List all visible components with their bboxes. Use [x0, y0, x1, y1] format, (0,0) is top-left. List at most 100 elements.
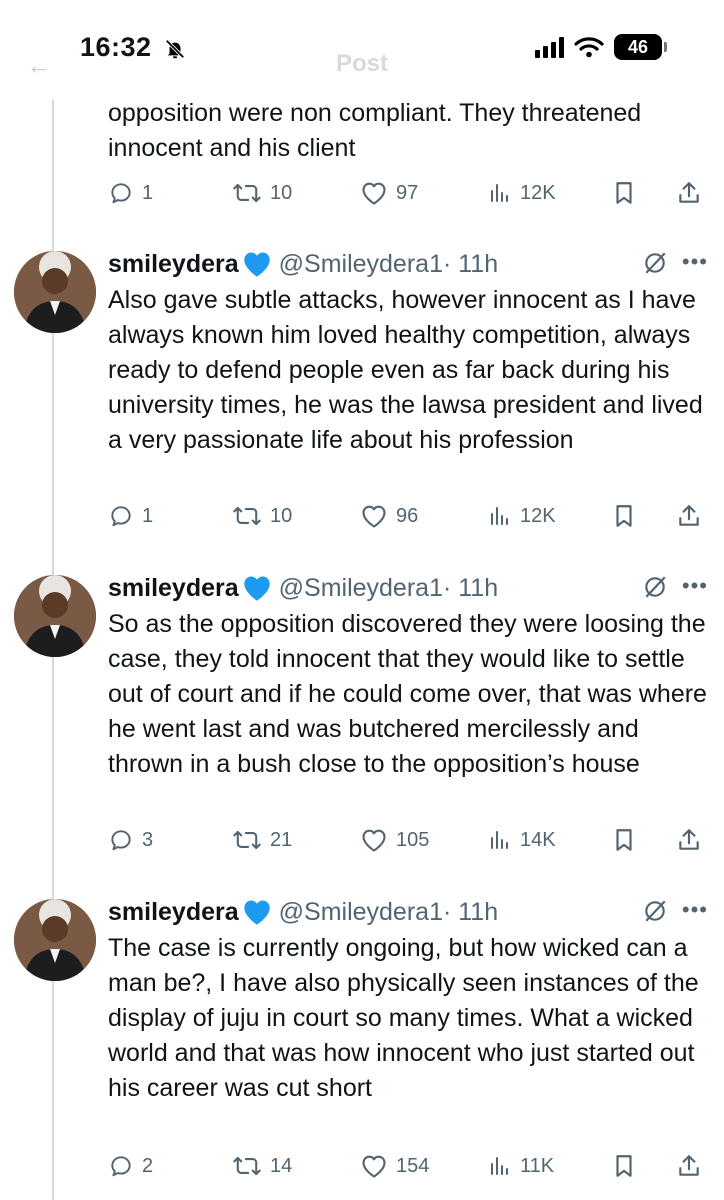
- author-handle[interactable]: @Smileydera1: [279, 574, 443, 603]
- views-icon: [491, 507, 508, 525]
- like-button[interactable]: 96: [360, 499, 418, 533]
- status-bar: ← Post 16:32 46: [0, 0, 724, 100]
- post-text: The case is currently ongoing, but how w…: [108, 934, 699, 1102]
- reply-count: 3: [142, 828, 154, 851]
- like-icon: [362, 182, 386, 205]
- views-button[interactable]: 12K: [488, 499, 556, 533]
- verified-heart-icon: [243, 252, 270, 277]
- repost-icon: [233, 183, 261, 203]
- post-actions: 3 21 105 14K: [0, 823, 724, 857]
- post-time[interactable]: · 11h: [443, 574, 498, 603]
- like-button[interactable]: 154: [360, 1149, 429, 1183]
- reply-button[interactable]: 1: [108, 499, 153, 533]
- post-time[interactable]: · 11h: [443, 250, 498, 279]
- author-name[interactable]: smileydera: [108, 250, 239, 279]
- bookmark-icon: [616, 1155, 632, 1177]
- bookmark-icon: [616, 182, 632, 204]
- reply-icon: [111, 506, 131, 527]
- bookmark-icon: [616, 505, 632, 527]
- like-count: 105: [396, 828, 430, 851]
- bookmark-button[interactable]: [612, 823, 636, 857]
- signal-icon: [535, 36, 564, 58]
- grok-icon[interactable]: [642, 250, 668, 276]
- avatar[interactable]: [14, 899, 96, 981]
- post-actions: 2 14 154 11K: [0, 1149, 724, 1183]
- share-button[interactable]: [676, 1149, 702, 1183]
- repost-button[interactable]: 10: [232, 176, 292, 210]
- repost-button[interactable]: 14: [232, 1149, 292, 1183]
- repost-count: 10: [270, 181, 293, 204]
- reply-icon: [111, 830, 131, 851]
- repost-count: 14: [270, 1154, 293, 1177]
- like-button[interactable]: 105: [360, 823, 429, 857]
- author-name[interactable]: smileydera: [108, 574, 239, 603]
- bookmark-icon: [616, 829, 632, 851]
- more-icon[interactable]: •••: [682, 897, 708, 923]
- grok-icon[interactable]: [642, 898, 668, 924]
- bookmark-button[interactable]: [612, 1149, 636, 1183]
- status-time: 16:32: [80, 32, 186, 63]
- post-time[interactable]: · 11h: [443, 898, 498, 927]
- views-count: 12K: [520, 504, 556, 527]
- like-icon: [362, 829, 386, 852]
- reply-icon: [111, 183, 131, 204]
- share-button[interactable]: [676, 823, 702, 857]
- avatar[interactable]: [14, 251, 96, 333]
- views-count: 11K: [520, 1154, 555, 1177]
- views-count: 12K: [520, 181, 556, 204]
- author-name[interactable]: smileydera: [108, 898, 239, 927]
- share-button[interactable]: [676, 176, 702, 210]
- reply-button[interactable]: 1: [108, 176, 153, 210]
- repost-icon: [233, 830, 261, 850]
- share-icon: [679, 505, 699, 526]
- bookmark-button[interactable]: [612, 176, 636, 210]
- reply-count: 2: [142, 1154, 154, 1177]
- battery-icon: 46: [614, 34, 667, 60]
- like-count: 97: [396, 181, 419, 204]
- like-count: 96: [396, 504, 419, 527]
- previous-post-text: opposition were non compliant. They thre…: [108, 99, 642, 162]
- share-icon: [679, 829, 699, 850]
- views-icon: [491, 1157, 508, 1175]
- views-icon: [491, 831, 508, 849]
- like-count: 154: [396, 1154, 430, 1177]
- status-icons: 46: [535, 34, 667, 60]
- reply-count: 1: [142, 504, 154, 527]
- post-header: smileydera @Smileydera1 · 11h: [108, 895, 708, 929]
- repost-icon: [233, 506, 261, 526]
- repost-button[interactable]: 21: [232, 823, 292, 857]
- like-button[interactable]: 97: [360, 176, 418, 210]
- views-icon: [491, 184, 508, 202]
- reply-icon: [111, 1156, 131, 1177]
- post-header: smileydera @Smileydera1 · 11h: [108, 571, 708, 605]
- views-button[interactable]: 14K: [488, 823, 556, 857]
- author-handle[interactable]: @Smileydera1: [279, 898, 443, 927]
- share-button[interactable]: [676, 499, 702, 533]
- repost-icon: [233, 1156, 261, 1176]
- reply-button[interactable]: 2: [108, 1149, 153, 1183]
- author-handle[interactable]: @Smileydera1: [279, 250, 443, 279]
- verified-heart-icon: [243, 576, 270, 601]
- views-button[interactable]: 12K: [488, 176, 556, 210]
- repost-count: 21: [270, 828, 293, 851]
- more-icon[interactable]: •••: [682, 573, 708, 599]
- views-button[interactable]: 11K: [488, 1149, 554, 1183]
- repost-button[interactable]: 10: [232, 499, 292, 533]
- post-text: So as the opposition discovered they wer…: [108, 610, 707, 778]
- more-icon[interactable]: •••: [682, 249, 708, 275]
- post-actions: 1 10 96 12K: [0, 499, 724, 533]
- post-header: smileydera @Smileydera1 · 11h: [108, 247, 708, 281]
- avatar[interactable]: [14, 575, 96, 657]
- like-icon: [362, 1155, 386, 1178]
- grok-icon[interactable]: [642, 574, 668, 600]
- reply-count: 1: [142, 181, 154, 204]
- share-icon: [679, 182, 699, 203]
- verified-heart-icon: [243, 900, 270, 925]
- reply-button[interactable]: 3: [108, 823, 153, 857]
- share-icon: [679, 1155, 699, 1176]
- repost-count: 10: [270, 504, 293, 527]
- post-text: Also gave subtle attacks, however innoce…: [108, 286, 703, 454]
- bell-slash-icon: [165, 39, 185, 59]
- bookmark-button[interactable]: [612, 499, 636, 533]
- previous-post-actions: 1 10 97 12K: [0, 176, 724, 210]
